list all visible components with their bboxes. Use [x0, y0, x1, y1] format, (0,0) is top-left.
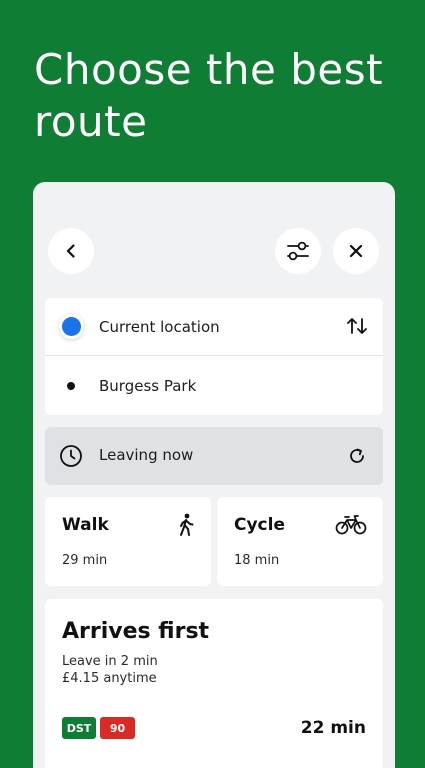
route-option-card[interactable]: Arrives first Leave in 2 min £4.15 anyti… — [45, 599, 383, 768]
to-location-row[interactable]: Burgess Park — [45, 357, 383, 415]
route-duration: 22 min — [300, 718, 366, 738]
route-fare: £4.15 anytime — [62, 671, 157, 686]
destination-dot — [67, 382, 75, 390]
journey-planner-panel: Current location Burgess Park Leaving no… — [33, 182, 395, 768]
cycle-duration: 18 min — [234, 553, 280, 568]
to-location-label: Burgess Park — [99, 377, 197, 395]
swap-vertical-icon[interactable] — [345, 316, 369, 336]
cycle-option-card[interactable]: Cycle 18 min — [217, 497, 383, 586]
walking-person-icon — [180, 513, 194, 536]
from-location-row[interactable]: Current location — [45, 298, 383, 356]
bus-90-badge: 90 — [100, 717, 135, 739]
walk-option-card[interactable]: Walk 29 min — [45, 497, 211, 586]
close-icon — [349, 244, 363, 258]
walk-duration: 29 min — [62, 553, 108, 568]
from-location-label: Current location — [99, 317, 220, 336]
route-title: Arrives first — [62, 619, 210, 644]
back-button[interactable] — [48, 228, 94, 274]
cycle-mode-label: Cycle — [234, 515, 285, 535]
current-location-dot — [62, 317, 81, 336]
location-card: Current location Burgess Park — [45, 298, 383, 415]
bicycle-icon — [335, 515, 367, 535]
walk-mode-label: Walk — [62, 515, 109, 535]
departure-label: Leaving now — [99, 446, 194, 464]
refresh-icon[interactable] — [347, 446, 367, 466]
sliders-icon — [287, 241, 309, 261]
route-options-button[interactable] — [275, 228, 321, 274]
close-button[interactable] — [333, 228, 379, 274]
departure-time-selector[interactable]: Leaving now — [45, 427, 383, 485]
chevron-left-icon — [66, 244, 75, 258]
dst-service-badge: DST — [62, 717, 96, 739]
clock-icon — [60, 445, 82, 467]
route-leave-time: Leave in 2 min — [62, 654, 158, 669]
headline: Choose the best route — [34, 45, 384, 146]
